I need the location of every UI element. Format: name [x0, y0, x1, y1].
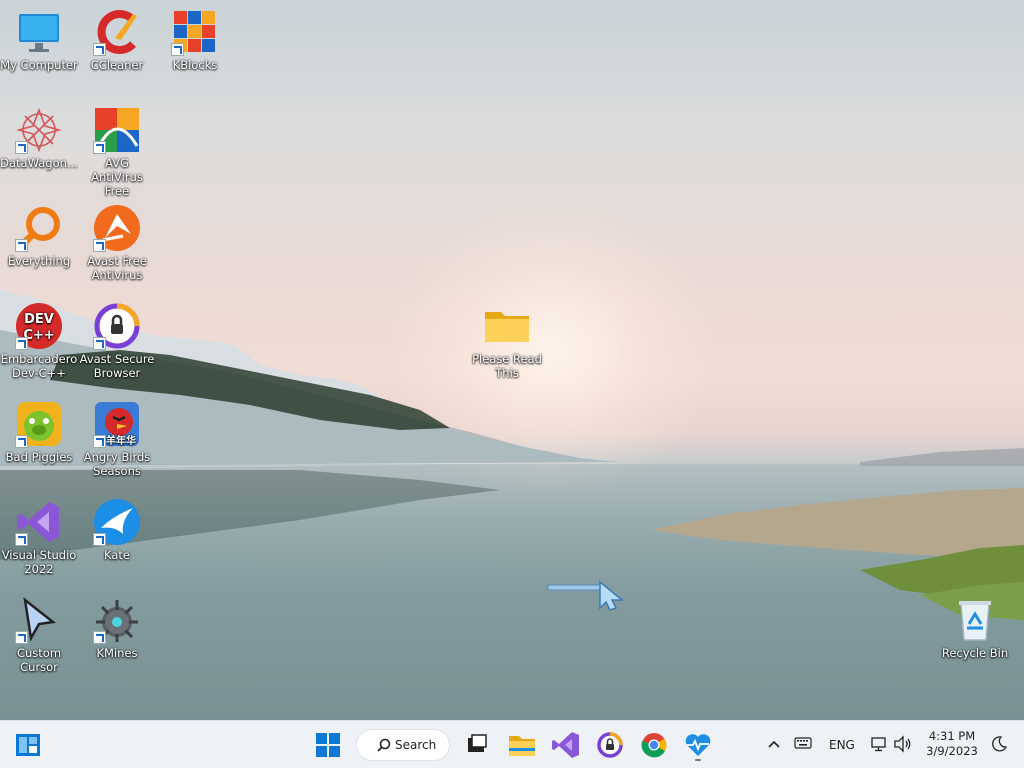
mouse-pointer-icon [547, 580, 625, 611]
shortcut-arrow-icon [93, 141, 106, 154]
icon-label: DataWagon... [0, 156, 78, 170]
shortcut-arrow-icon [93, 239, 106, 252]
volume-icon[interactable] [893, 735, 913, 756]
icon-label: Everything [7, 254, 71, 268]
shortcut-arrow-icon [15, 435, 28, 448]
network-icon[interactable] [870, 735, 888, 756]
chrome-icon[interactable] [638, 729, 670, 761]
desktop-icon-my-computer[interactable]: My Computer [0, 8, 78, 72]
clock-date: 3/9/2023 [926, 744, 978, 758]
shortcut-arrow-icon [93, 631, 106, 644]
shortcut-arrow-icon [15, 141, 28, 154]
devcpp-icon: DEV C++ [15, 302, 63, 350]
shortcut-arrow-icon [15, 533, 28, 546]
ccleaner-icon [93, 8, 141, 56]
search-label: Search [395, 738, 437, 752]
icon-label: Visual Studio 2022 [1, 548, 77, 576]
icon-label: CCleaner [90, 58, 144, 72]
angry-birds-icon: 羊年华 [93, 400, 141, 448]
icon-label: Bad Piggies [5, 450, 73, 464]
desktop-icon-devcpp[interactable]: DEV C++ Embarcadero Dev-C++ [0, 302, 78, 380]
file-explorer-icon[interactable] [506, 729, 538, 761]
desktop-icon-bad-piggies[interactable]: Bad Piggies [0, 400, 78, 464]
icon-label: My Computer [0, 58, 78, 72]
icon-label: Please Read This [472, 352, 542, 380]
visual-studio-icon [15, 498, 63, 546]
desktop-icon-kmines[interactable]: KMines [78, 596, 156, 660]
icon-label: Avast Free Antivirus [87, 254, 147, 282]
focus-moon-icon[interactable] [990, 735, 1008, 756]
taskbar-search[interactable]: Search [356, 729, 450, 761]
clock[interactable]: 4:31 PM 3/9/2023 [918, 729, 986, 759]
icon-label: AVG AntiVirus Free [91, 156, 143, 198]
desktop: My Computer DataWagon... Everything DEV C… [0, 0, 1024, 720]
desktop-icon-kblocks[interactable]: KBlocks [156, 8, 234, 72]
desktop-icon-angry-birds[interactable]: 羊年华 Angry Birds Seasons [78, 400, 156, 478]
shortcut-arrow-icon [15, 337, 28, 350]
folder-icon [483, 302, 531, 350]
desktop-icon-avg[interactable]: AVG AntiVirus Free [78, 106, 156, 198]
svg-text:DEV: DEV [24, 312, 54, 327]
show-hidden-icons-icon[interactable] [766, 736, 782, 755]
desktop-icon-avast-browser[interactable]: Avast Secure Browser [78, 302, 156, 380]
icon-label: Avast Secure Browser [79, 352, 155, 380]
desktop-icon-datawagon[interactable]: DataWagon... [0, 106, 78, 170]
shortcut-arrow-icon [93, 43, 106, 56]
datawagon-icon [15, 106, 63, 154]
bad-piggies-icon [15, 400, 63, 448]
desktop-icon-ccleaner[interactable]: CCleaner [78, 8, 156, 72]
desktop-icon-please-read-this[interactable]: Please Read This [468, 302, 546, 380]
svg-text:C++: C++ [23, 328, 54, 343]
icon-label: Custom Cursor [16, 646, 62, 674]
desktop-icon-everything[interactable]: Everything [0, 204, 78, 268]
visual-studio-icon[interactable] [550, 729, 582, 761]
kblocks-icon [171, 8, 219, 56]
icon-label: Angry Birds Seasons [83, 450, 151, 478]
shortcut-arrow-icon [93, 533, 106, 546]
desktop-icon-visual-studio[interactable]: Visual Studio 2022 [0, 498, 78, 576]
shortcut-arrow-icon [171, 43, 184, 56]
avast-browser-icon [93, 302, 141, 350]
kmines-icon [93, 596, 141, 644]
start-icon[interactable] [312, 729, 344, 761]
search-icon [377, 738, 391, 752]
desktop-icon-kate[interactable]: Kate [78, 498, 156, 562]
avg-icon [93, 106, 141, 154]
shortcut-arrow-icon [15, 239, 28, 252]
icon-label: Embarcadero Dev-C++ [0, 352, 78, 380]
shortcut-arrow-icon [93, 337, 106, 350]
recycle-bin-icon [951, 596, 999, 644]
health-monitor-icon[interactable] [682, 729, 714, 761]
shortcut-arrow-icon [93, 435, 106, 448]
task-view-icon[interactable] [462, 729, 490, 761]
taskbar: Search ENG 4:31 PM 3/9/2023 [0, 720, 1024, 768]
avast-icon [93, 204, 141, 252]
desktop-icon-custom-cursor[interactable]: Custom Cursor [0, 596, 78, 674]
kate-icon [93, 498, 141, 546]
language-indicator[interactable]: ENG [829, 738, 855, 752]
monitor-icon [15, 8, 63, 56]
cursor-icon [15, 596, 63, 644]
avast-browser-icon[interactable] [594, 729, 626, 761]
desktop-icon-recycle-bin[interactable]: Recycle Bin [936, 596, 1014, 660]
icon-label: KMines [96, 646, 138, 660]
magnifier-icon [15, 204, 63, 252]
desktop-icon-avast[interactable]: Avast Free Antivirus [78, 204, 156, 282]
icon-label: KBlocks [172, 58, 218, 72]
icon-label: Recycle Bin [941, 646, 1009, 660]
clock-time: 4:31 PM [928, 729, 976, 743]
svg-text:羊年华: 羊年华 [106, 434, 136, 447]
widgets-icon[interactable] [14, 729, 42, 761]
shortcut-arrow-icon [15, 631, 28, 644]
keyboard-icon[interactable] [794, 736, 812, 753]
icon-label: Kate [104, 548, 130, 562]
